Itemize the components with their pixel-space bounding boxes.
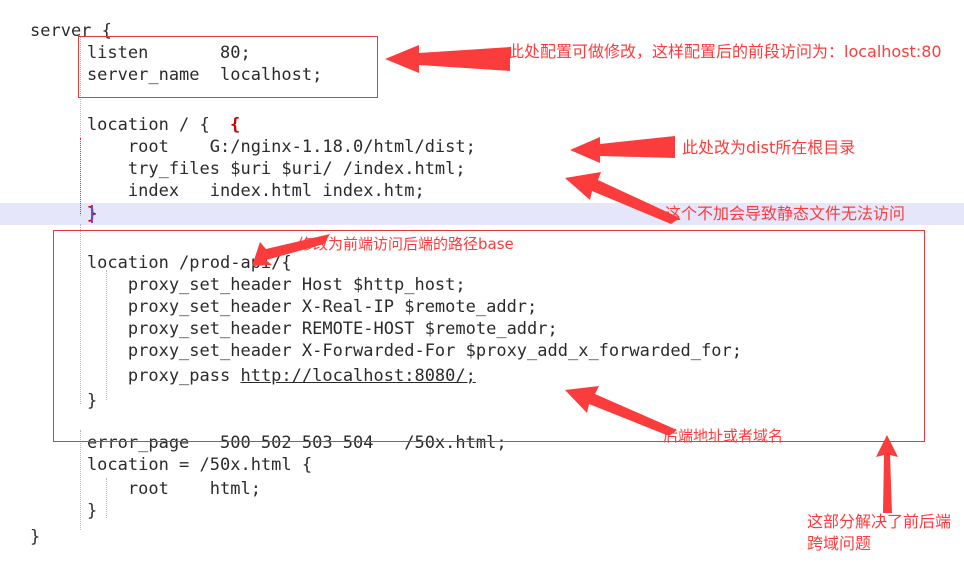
code-text: proxy_set_header REMOTE-HOST $remote_add… <box>46 319 558 339</box>
proxy-pass-url[interactable]: http://localhost:8080/; <box>240 365 475 387</box>
arrow-to-proxy-pass-url <box>565 386 677 436</box>
arrow-to-prod-api-box-bottom <box>876 435 898 513</box>
code-text: proxy_set_header Host $http_host; <box>46 275 466 295</box>
annotation-cors-line2: 跨域问题 <box>807 534 872 553</box>
code-text: } <box>30 527 41 547</box>
code-line-5-brace: { <box>230 114 964 136</box>
annotation-backend-address: 后端地址或者域名 <box>663 427 784 445</box>
code-line-14: proxy_set_header REMOTE-HOST $remote_add… <box>46 318 964 340</box>
matching-brace-open: { <box>230 115 241 135</box>
code-line-15: proxy_set_header X-Forwarded-For $proxy_… <box>46 340 964 362</box>
code-text: location / { <box>46 115 210 135</box>
code-text: root G:/nginx-1.18.0/html/dist; <box>46 137 476 157</box>
code-text: server { <box>30 21 112 41</box>
annotation-cors-line1: 这部分解决了前后端 <box>807 512 952 531</box>
code-text: index index.html index.htm; <box>46 181 425 201</box>
code-line-12: proxy_set_header Host $http_host; <box>46 274 964 296</box>
code-text: location = /50x.html { <box>46 455 313 475</box>
arrow-to-try-files-line <box>565 172 680 224</box>
arrow-to-root-line <box>570 136 675 163</box>
annotation-try-files: 这个不加会导致静态文件无法访问 <box>665 204 906 223</box>
arrow-to-listen-box <box>385 45 510 73</box>
code-text: root html; <box>46 479 261 499</box>
code-area[interactable]: server { listen 80; server_name localhos… <box>0 0 964 569</box>
annotation-prod-api-base: 修改为前端访问后端的路径base <box>298 235 514 253</box>
code-text: try_files $uri $uri/ /index.html; <box>46 159 466 179</box>
code-line-21: root html; <box>46 478 964 500</box>
code-line-19: error_page 500 502 503 504 /50x.html; <box>46 432 964 454</box>
text-caret <box>91 205 93 223</box>
annotation-root-dist: 此处改为dist所在根目录 <box>682 138 856 157</box>
matching-brace-close: } <box>46 204 98 224</box>
annotation-listen-port: 此处配置可做修改，这样配置后的前段访问为：localhost:80 <box>508 42 942 61</box>
code-line-17: } <box>46 390 964 412</box>
nginx-config-screenshot: server { listen 80; server_name localhos… <box>0 0 964 569</box>
code-text: server_name localhost; <box>46 65 323 85</box>
code-text: } <box>46 391 98 411</box>
code-text: proxy_pass <box>46 366 241 386</box>
code-line-16: proxy_pass http://localhost:8080/; <box>46 365 964 387</box>
code-text: proxy_set_header X-Real-IP $remote_addr; <box>46 297 538 317</box>
code-line-20: location = /50x.html { <box>46 454 964 476</box>
code-line-13: proxy_set_header X-Real-IP $remote_addr; <box>46 296 964 318</box>
code-line-7: try_files $uri $uri/ /index.html; <box>46 158 964 180</box>
code-text: error_page 500 502 503 504 /50x.html; <box>46 433 507 453</box>
code-line-8: index index.html index.htm; <box>46 180 964 202</box>
code-text: proxy_set_header X-Forwarded-For $proxy_… <box>46 341 742 361</box>
code-line-1: server { <box>30 20 964 42</box>
code-text: listen 80; <box>46 43 251 63</box>
code-line-11: location /prod-api/{ <box>46 252 964 274</box>
code-text: } <box>46 501 98 521</box>
